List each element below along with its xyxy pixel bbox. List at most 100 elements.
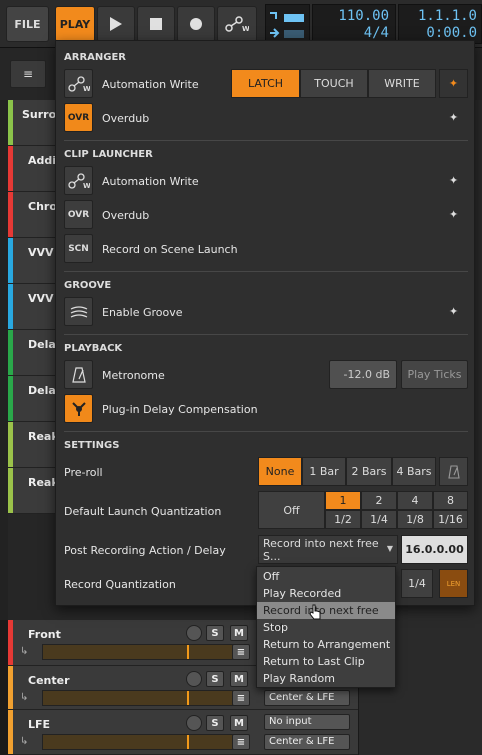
overdub-icon[interactable]: OVR	[64, 103, 93, 132]
launch-quant-1-8[interactable]: 1/8	[397, 510, 433, 529]
solo-button[interactable]: S	[206, 671, 224, 687]
record-quantization-value[interactable]: 1/4	[401, 569, 433, 598]
track-row-lfe[interactable]: LFE S M ↳ ≡ No input Center & LFE	[8, 710, 358, 755]
preroll-metronome-icon[interactable]	[439, 457, 468, 486]
arranger-overdub-label: Overdub	[102, 112, 150, 125]
divider	[64, 334, 468, 335]
record-length-icon[interactable]: LEN	[439, 569, 468, 598]
clip-automation-write-label: Automation Write	[102, 175, 199, 188]
preroll-2-bars-button[interactable]: 2 Bars	[346, 457, 392, 486]
tempo-value[interactable]: 110.00	[313, 8, 389, 24]
automation-write-icon[interactable]: W	[64, 69, 93, 98]
mute-button[interactable]: M	[230, 671, 248, 687]
time-signature[interactable]: 4/4	[313, 25, 389, 41]
volume-marker	[187, 735, 189, 749]
clip-overdub-label: Overdub	[102, 209, 150, 222]
metronome-volume[interactable]: -12.0 dB	[329, 360, 397, 389]
position-display[interactable]: 1.1.1.0 0:00.0	[398, 4, 482, 44]
chevron-down-icon: ▼	[386, 544, 393, 553]
record-arm-button[interactable]	[186, 671, 202, 687]
stop-icon[interactable]	[137, 6, 175, 42]
track-color	[8, 100, 13, 145]
volume-fader[interactable]	[42, 644, 234, 660]
track-color	[8, 146, 13, 191]
automation-write-icon[interactable]: W	[64, 166, 93, 195]
fold-arrow-icon[interactable]: ↳	[20, 646, 28, 657]
track-color	[8, 620, 13, 665]
post-recording-delay-field[interactable]: 16.0.0.00	[401, 535, 468, 564]
dropdown-option-play-recorded[interactable]: Play Recorded	[257, 585, 395, 602]
post-recording-action-dropdown: Off Play Recorded Record into next free …	[256, 566, 396, 688]
post-recording-action-label: Post Recording Action / Delay	[64, 544, 226, 557]
launch-quant-1[interactable]: 1	[325, 491, 361, 510]
mute-button[interactable]: M	[230, 715, 248, 731]
mute-button[interactable]: M	[230, 625, 248, 641]
latch-mode-button[interactable]: LATCH	[231, 69, 300, 98]
track-menu-icon[interactable]: ≡	[232, 690, 250, 706]
volume-marker	[187, 691, 189, 705]
fold-arrow-icon[interactable]: ↳	[20, 736, 28, 747]
metronome-icon[interactable]	[64, 360, 93, 389]
launch-quant-1-4[interactable]: 1/4	[361, 510, 397, 529]
pin-icon[interactable]: ✦	[449, 174, 458, 187]
launch-quant-1-16[interactable]: 1/16	[433, 510, 468, 529]
preroll-1-bar-button[interactable]: 1 Bar	[302, 457, 346, 486]
loop-indicators	[265, 4, 310, 44]
record-arm-button[interactable]	[186, 625, 202, 641]
len-icon-label: LEN	[446, 579, 461, 588]
pin-icon[interactable]: ✦	[449, 305, 458, 318]
solo-button[interactable]: S	[206, 715, 224, 731]
play-ticks-button[interactable]: Play Ticks	[401, 360, 468, 389]
input-select[interactable]: No input	[264, 714, 350, 730]
dropdown-option-return-to-arrangement[interactable]: Return to Arrangement	[257, 636, 395, 653]
launch-quant-2[interactable]: 2	[361, 491, 397, 510]
plugin-delay-compensation-icon[interactable]	[64, 394, 93, 423]
post-recording-action-select[interactable]: Record into next free S... ▼	[258, 535, 398, 564]
launch-quant-4[interactable]: 4	[397, 491, 433, 510]
launch-quant-1-2[interactable]: 1/2	[325, 510, 361, 529]
preroll-4-bars-button[interactable]: 4 Bars	[392, 457, 436, 486]
dropdown-option-record-into-next-free-slot[interactable]: Record into next free Slot	[257, 602, 395, 634]
solo-button[interactable]: S	[206, 625, 224, 641]
svg-text:W: W	[83, 85, 90, 92]
launch-quantization-off[interactable]: Off	[258, 491, 325, 529]
play-icon[interactable]	[97, 6, 135, 42]
clip-launcher-section-title: CLIP LAUNCHER	[64, 149, 153, 160]
touch-mode-button[interactable]: TOUCH	[300, 69, 368, 98]
pin-icon[interactable]: ✦	[439, 69, 468, 98]
pin-icon[interactable]: ✦	[449, 111, 458, 124]
dropdown-option-play-random[interactable]: Play Random	[257, 670, 395, 687]
volume-fader[interactable]	[42, 734, 234, 750]
pin-icon[interactable]: ✦	[449, 208, 458, 221]
overdub-icon[interactable]: OVR	[64, 200, 93, 229]
fold-arrow-icon[interactable]: ↳	[20, 692, 28, 703]
divider	[64, 271, 468, 272]
automation-write-icon[interactable]: W	[217, 6, 257, 42]
tempo-display[interactable]: 110.00 4/4	[312, 4, 396, 44]
record-icon[interactable]	[177, 6, 215, 42]
track-name: Center	[28, 674, 70, 687]
track-menu-icon[interactable]: ≡	[232, 734, 250, 750]
launch-quantization-label: Default Launch Quantization	[64, 505, 222, 518]
track-color	[8, 330, 13, 375]
dropdown-option-return-to-last-clip[interactable]: Return to Last Clip	[257, 653, 395, 670]
write-mode-button[interactable]: WRITE	[368, 69, 436, 98]
track-color	[8, 468, 13, 513]
volume-fader[interactable]	[42, 690, 234, 706]
track-menu-icon[interactable]: ≡	[232, 644, 250, 660]
time-position: 0:00.0	[426, 25, 477, 41]
file-menu-button[interactable]: FILE	[6, 6, 49, 42]
track-list-menu-icon[interactable]: ≡	[10, 60, 46, 88]
scene-record-icon[interactable]: SCN	[64, 234, 93, 263]
settings-section-title: SETTINGS	[64, 440, 120, 451]
arranger-automation-write-label: Automation Write	[102, 78, 199, 91]
output-routing-select[interactable]: Center & LFE	[264, 734, 350, 750]
launch-quant-8[interactable]: 8	[433, 491, 468, 510]
groove-icon[interactable]	[64, 297, 93, 326]
dropdown-option-stop[interactable]: Stop	[257, 619, 395, 636]
play-menu-button[interactable]: PLAY	[55, 6, 95, 42]
dropdown-option-off[interactable]: Off	[257, 568, 395, 585]
preroll-none-button[interactable]: None	[258, 457, 302, 486]
record-arm-button[interactable]	[186, 715, 202, 731]
output-routing-select[interactable]: Center & LFE	[264, 690, 350, 706]
